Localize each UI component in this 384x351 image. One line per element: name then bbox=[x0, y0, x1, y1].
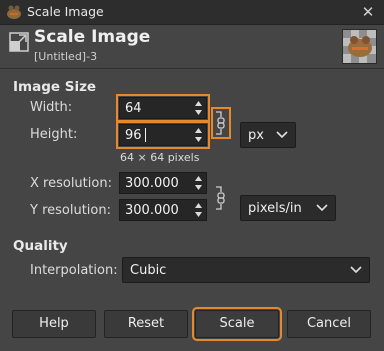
spin-arrows-icon[interactable] bbox=[194, 99, 203, 117]
interpolation-label: Interpolation: bbox=[30, 263, 118, 278]
y-resolution-input[interactable]: 300.000 bbox=[119, 199, 207, 221]
resolution-unit-select[interactable]: pixels/in bbox=[240, 195, 336, 221]
scale-image-icon bbox=[9, 32, 29, 52]
quality-heading: Quality bbox=[13, 238, 68, 254]
x-resolution-label: X resolution: bbox=[30, 176, 112, 191]
interpolation-value: Cubic bbox=[130, 263, 167, 278]
pixel-summary: 64 × 64 pixels bbox=[120, 151, 200, 164]
reset-button[interactable]: Reset bbox=[104, 310, 188, 338]
height-label: Height: bbox=[30, 127, 78, 142]
size-unit-value: px bbox=[248, 128, 264, 143]
scale-button[interactable]: Scale bbox=[192, 307, 282, 341]
interpolation-select[interactable]: Cubic bbox=[122, 257, 370, 283]
image-size-heading: Image Size bbox=[13, 79, 97, 95]
x-resolution-value: 300.000 bbox=[125, 176, 179, 191]
text-caret bbox=[145, 128, 146, 142]
size-unit-select[interactable]: px bbox=[240, 122, 296, 148]
dialog-title: Scale Image bbox=[34, 27, 151, 47]
resolution-unit-value: pixels/in bbox=[248, 201, 302, 216]
help-button[interactable]: Help bbox=[12, 310, 96, 338]
close-icon[interactable]: ✕ bbox=[352, 0, 384, 24]
y-resolution-value: 300.000 bbox=[125, 203, 179, 218]
chain-link-icon[interactable] bbox=[214, 185, 228, 211]
spin-arrows-icon[interactable] bbox=[194, 126, 203, 144]
width-label: Width: bbox=[30, 100, 73, 115]
width-input[interactable]: 64 bbox=[116, 94, 210, 122]
spin-arrows-icon[interactable] bbox=[194, 201, 203, 219]
window-titlebar: Scale Image ✕ bbox=[0, 0, 384, 25]
y-resolution-label: Y resolution: bbox=[30, 203, 111, 218]
width-value: 64 bbox=[125, 101, 142, 116]
chevron-down-icon bbox=[350, 266, 362, 274]
image-name: [Untitled]-3 bbox=[34, 50, 98, 63]
chain-link-icon[interactable] bbox=[211, 107, 231, 139]
cancel-button[interactable]: Cancel bbox=[287, 310, 371, 338]
height-value: 96 bbox=[125, 128, 142, 143]
x-resolution-input[interactable]: 300.000 bbox=[119, 172, 207, 194]
gimp-logo-icon bbox=[7, 5, 21, 19]
chevron-down-icon bbox=[276, 131, 288, 139]
header-separator bbox=[0, 68, 384, 69]
height-input[interactable]: 96 bbox=[116, 121, 210, 149]
spin-arrows-icon[interactable] bbox=[194, 174, 203, 192]
chevron-down-icon bbox=[316, 204, 328, 212]
window-title: Scale Image bbox=[27, 4, 104, 19]
image-thumbnail bbox=[342, 29, 377, 64]
